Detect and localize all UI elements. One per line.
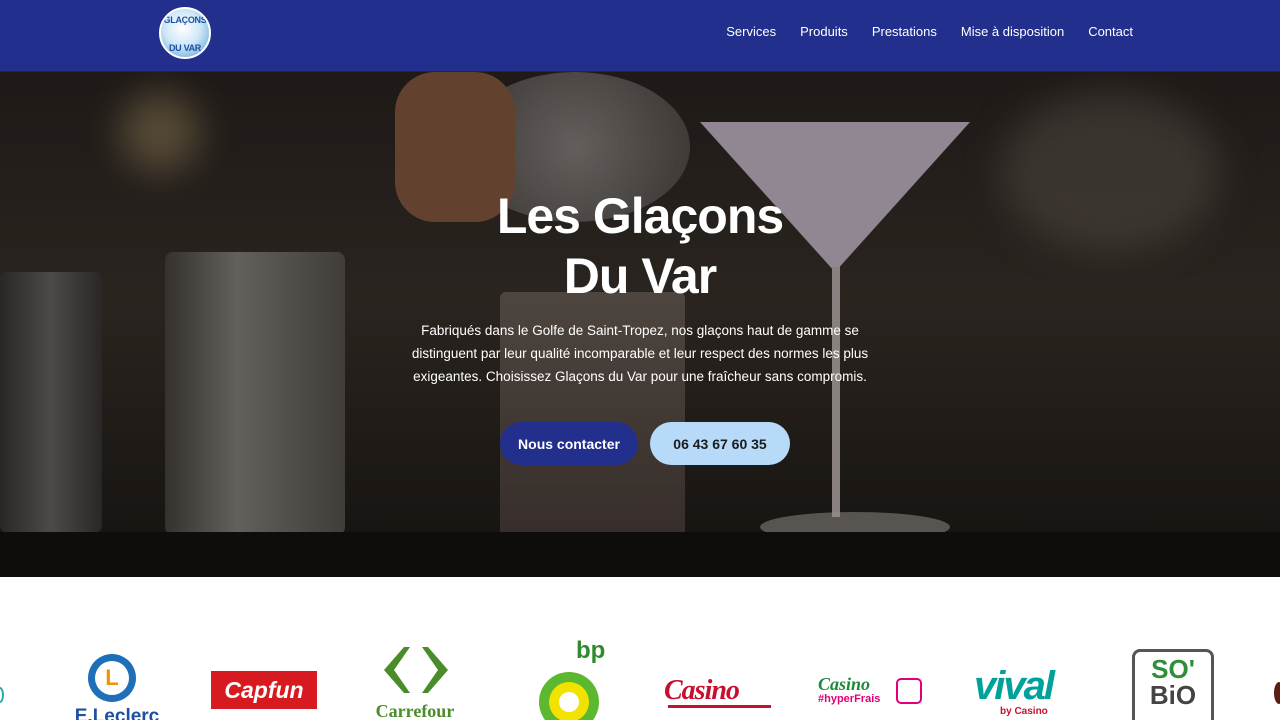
casino-hyperfrais-logo: Casino [818, 674, 871, 694]
capfun-logo: Capfun [211, 671, 317, 709]
partner-logos: L E.Leclerc Capfun Carrefour bp Casino C… [0, 577, 1280, 720]
site-header: GLAÇONS DU VAR Services Produits Prestat… [0, 0, 1280, 72]
leclerc-logo-inner: L [95, 661, 129, 695]
hero-title-line-1: Les Glaçons [496, 188, 784, 244]
vival-logo: vival [974, 664, 1055, 708]
hero-description: Fabriqués dans le Golfe de Saint-Tropez,… [390, 319, 890, 388]
hero-description-line-3: exigeantes. Choisissez Glaçons du Var po… [413, 369, 867, 384]
partial-logo-left [0, 687, 4, 703]
leclerc-logo-letter: L [105, 665, 119, 690]
carrefour-logo-icon [384, 647, 448, 693]
main-nav: Services Produits Prestations Mise à dis… [726, 24, 1133, 39]
nav-contact[interactable]: Contact [1088, 24, 1133, 39]
sobio-logo-line-2: BiO [1149, 680, 1197, 710]
bp-logo-text: bp [576, 637, 606, 664]
casino-logo-underline [668, 705, 771, 708]
phone-button[interactable]: 06 43 67 60 35 [650, 422, 790, 465]
bp-logo-icon [539, 672, 599, 720]
hero-section: Les Glaçons Du Var Fabriqués dans le Gol… [0, 72, 1280, 577]
hero-description-line-1: Fabriqués dans le Golfe de Saint-Tropez,… [421, 323, 859, 338]
nav-produits[interactable]: Produits [800, 24, 848, 39]
carrefour-logo-text: Carrefour [375, 701, 455, 720]
hero-description-line-2: distinguent par leur qualité incomparabl… [411, 346, 869, 361]
logo-line-1: GLAÇONS [163, 15, 207, 25]
site-logo[interactable]: GLAÇONS DU VAR [159, 7, 211, 59]
sobio-logo: SO' BiO [1132, 649, 1214, 720]
contact-button[interactable]: Nous contacter [500, 422, 638, 465]
vival-logo-subtitle: by Casino [1000, 706, 1048, 717]
casino-logo: Casino [664, 675, 740, 706]
nav-services[interactable]: Services [726, 24, 776, 39]
nav-prestations[interactable]: Prestations [872, 24, 937, 39]
casino-hyperfrais-subtitle: #hyperFrais [818, 693, 881, 705]
partial-logo-right [1274, 682, 1280, 704]
nav-mise-a-disposition[interactable]: Mise à disposition [961, 24, 1064, 39]
leclerc-logo-icon: L [88, 654, 136, 702]
logo-line-2: DU VAR [168, 43, 202, 53]
basket-icon [896, 678, 922, 704]
leclerc-logo-text: E.Leclerc [74, 706, 160, 720]
hero-title-line-2: Du Var [563, 248, 717, 304]
hero-title: Les Glaçons Du Var [390, 186, 890, 306]
